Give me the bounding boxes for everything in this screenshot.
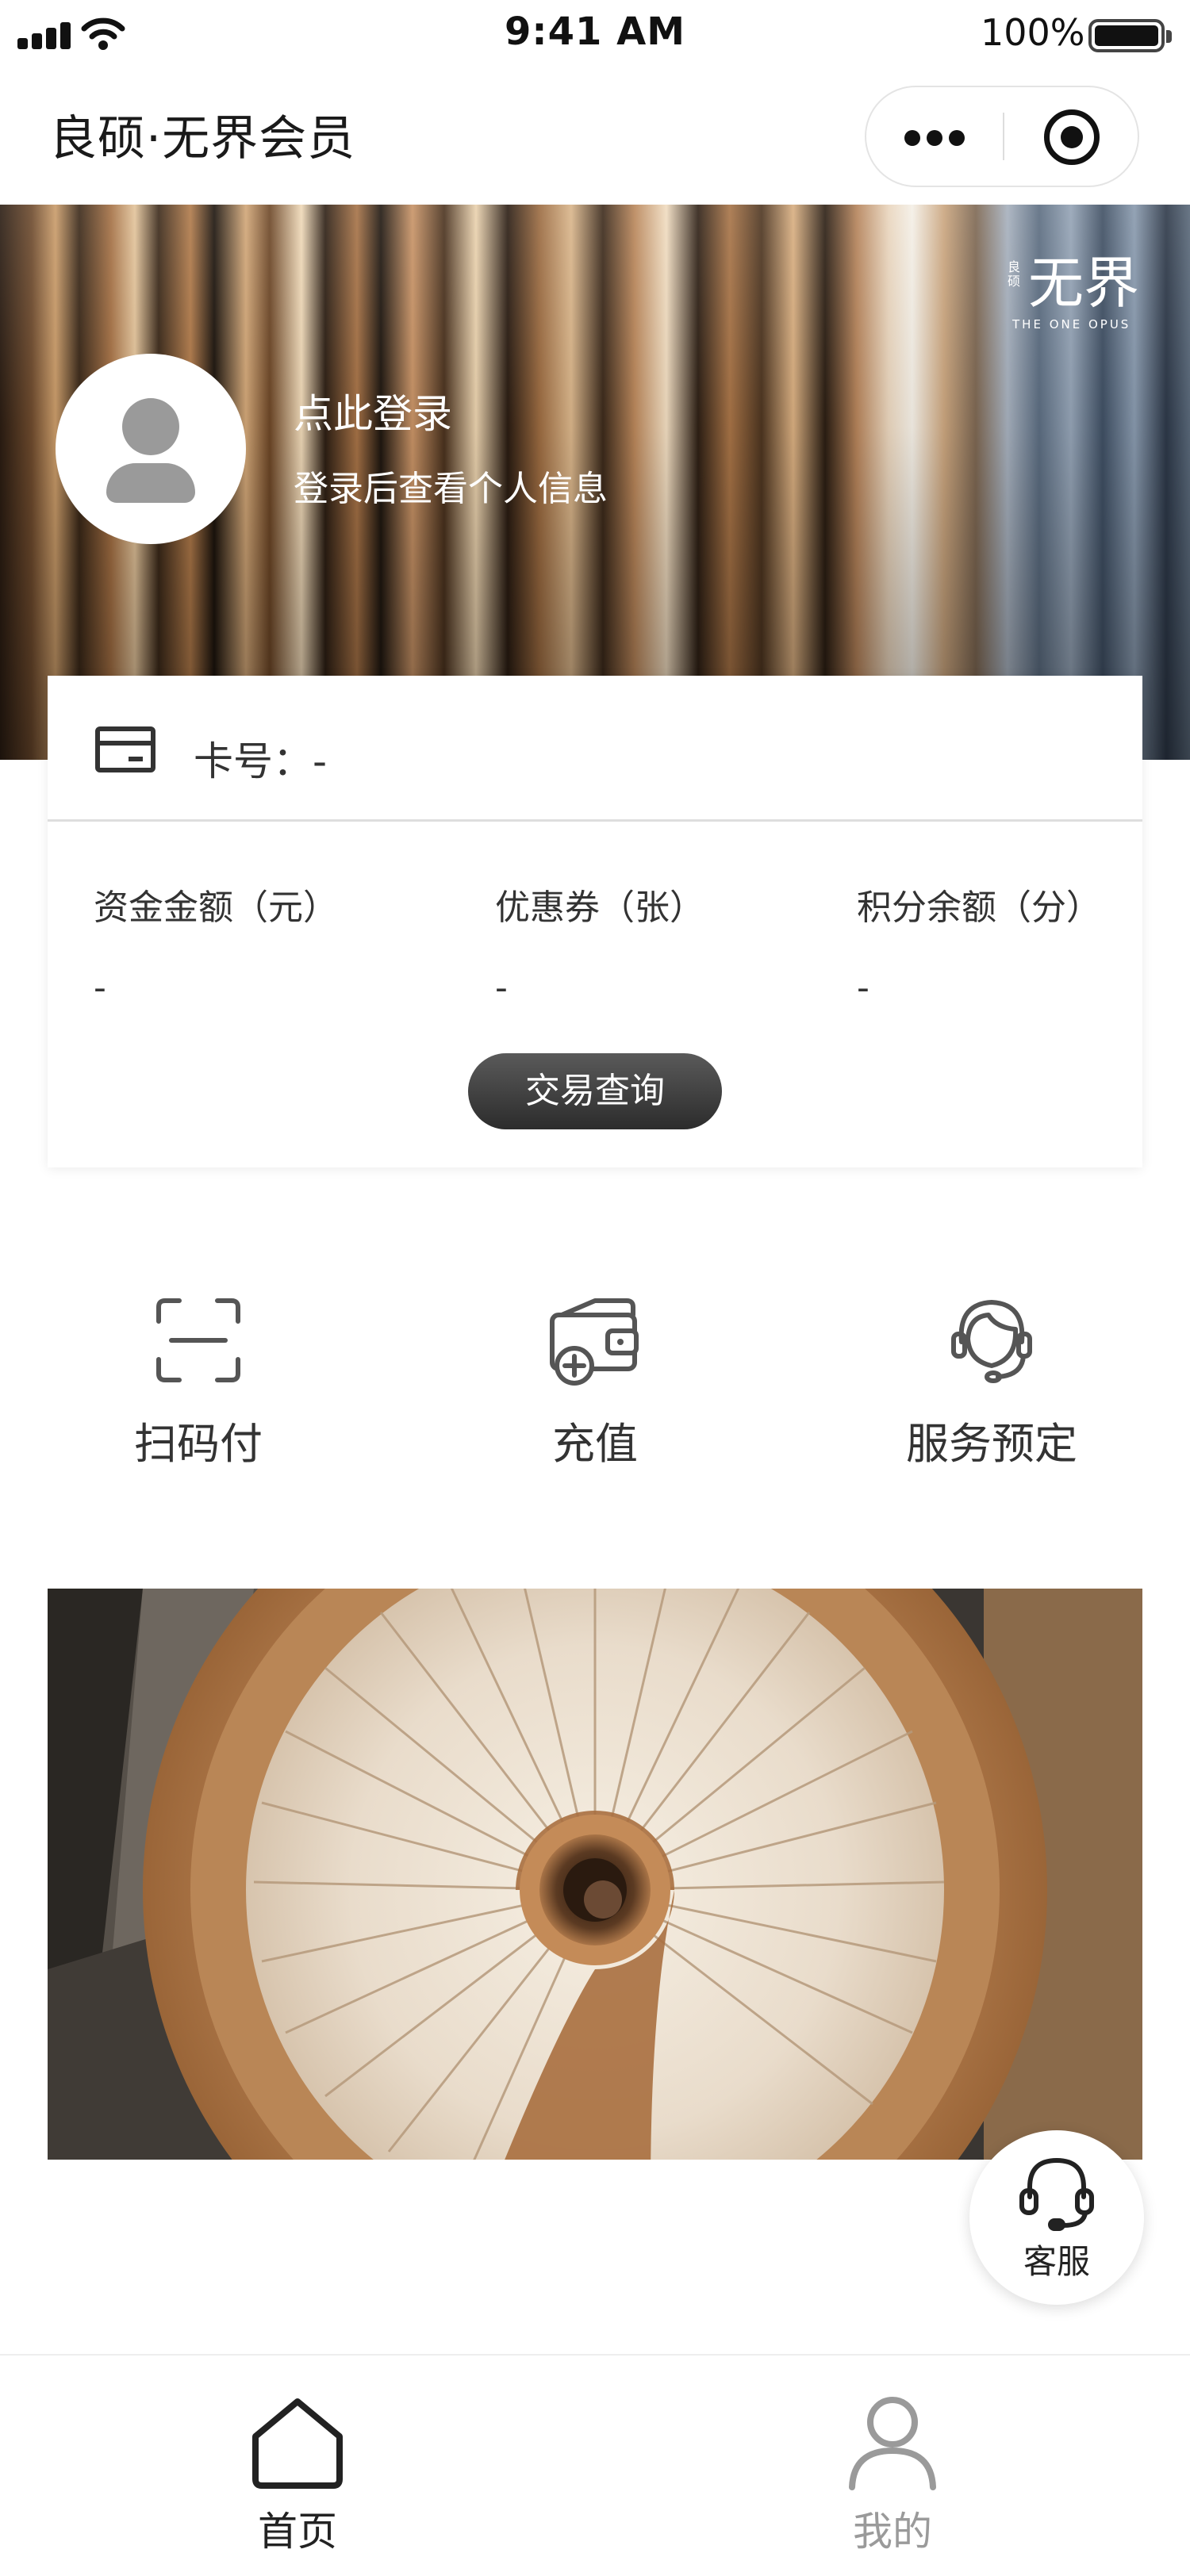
- card-header: 卡号：-: [48, 676, 1142, 822]
- stat-label: 优惠券（张）: [495, 887, 704, 928]
- customer-service-button[interactable]: 客服: [969, 2130, 1144, 2305]
- brand-logo-small: 良硕: [1008, 259, 1021, 289]
- battery-percent: 100%: [981, 11, 1085, 54]
- stat-value: -: [94, 968, 106, 1008]
- close-icon[interactable]: [1044, 109, 1100, 165]
- wallet-add-icon: [550, 1298, 639, 1386]
- home-icon: [252, 2398, 343, 2489]
- action-service-booking[interactable]: 服务预定: [873, 1285, 1111, 1475]
- card-number: 卡号：-: [194, 738, 328, 784]
- tab-label: 首页: [258, 2509, 337, 2555]
- transaction-query-button[interactable]: 交易查询: [468, 1053, 722, 1129]
- stat-balance: 资金金额（元） -: [94, 879, 338, 1008]
- tab-home[interactable]: 首页: [0, 2356, 595, 2576]
- brand-logo-main: 无界: [1028, 251, 1139, 316]
- action-label: 服务预定: [906, 1419, 1077, 1469]
- tab-label: 我的: [853, 2509, 932, 2555]
- nav-bar: 良硕·无界会员: [0, 73, 1190, 205]
- headset-icon: [1019, 2158, 1094, 2231]
- stat-label: 积分余额（分）: [857, 887, 1101, 928]
- user-icon: [849, 2397, 936, 2490]
- card-icon: [95, 726, 155, 772]
- scan-icon: [156, 1298, 240, 1382]
- stat-value: -: [495, 968, 508, 1008]
- login-hint: 登录后查看个人信息: [294, 469, 608, 509]
- status-bar: 9:41 AM 100%: [0, 0, 1190, 73]
- battery-icon: [1088, 19, 1172, 52]
- tab-mine[interactable]: 我的: [595, 2356, 1190, 2576]
- action-recharge[interactable]: 充值: [476, 1285, 714, 1475]
- customer-service-label: 客服: [1023, 2242, 1090, 2281]
- mini-program-capsule: [865, 86, 1139, 187]
- service-agent-icon: [951, 1300, 1032, 1383]
- brand-logo-sub: THE ONE OPUS: [1012, 317, 1131, 332]
- login-link[interactable]: 点此登录: [294, 382, 452, 439]
- action-scan-pay[interactable]: 扫码付: [79, 1285, 317, 1475]
- more-icon[interactable]: [866, 87, 1003, 186]
- stat-value: -: [857, 968, 869, 1008]
- staircase-illustration: [48, 1589, 1142, 2160]
- page-title: 良硕·无界会员: [49, 111, 356, 167]
- stat-label: 资金金额（元）: [94, 887, 338, 928]
- capsule-divider: [1003, 113, 1004, 160]
- stat-points: 积分余额（分） -: [857, 879, 1101, 1008]
- brand-logo: 良硕 无界 THE ONE OPUS: [1008, 254, 1166, 333]
- action-label: 扫码付: [134, 1419, 263, 1469]
- action-label: 充值: [552, 1419, 638, 1469]
- promo-banner-image[interactable]: [48, 1589, 1142, 2160]
- stat-coupons: 优惠券（张） -: [495, 879, 704, 1008]
- member-card: 卡号：- 资金金额（元） - 优惠券（张） - 积分余额（分） - 交易查询: [48, 676, 1142, 1167]
- avatar-body: [106, 463, 195, 503]
- avatar-head: [122, 398, 179, 455]
- tab-bar: 首页 我的: [0, 2354, 1190, 2576]
- avatar[interactable]: [56, 354, 246, 544]
